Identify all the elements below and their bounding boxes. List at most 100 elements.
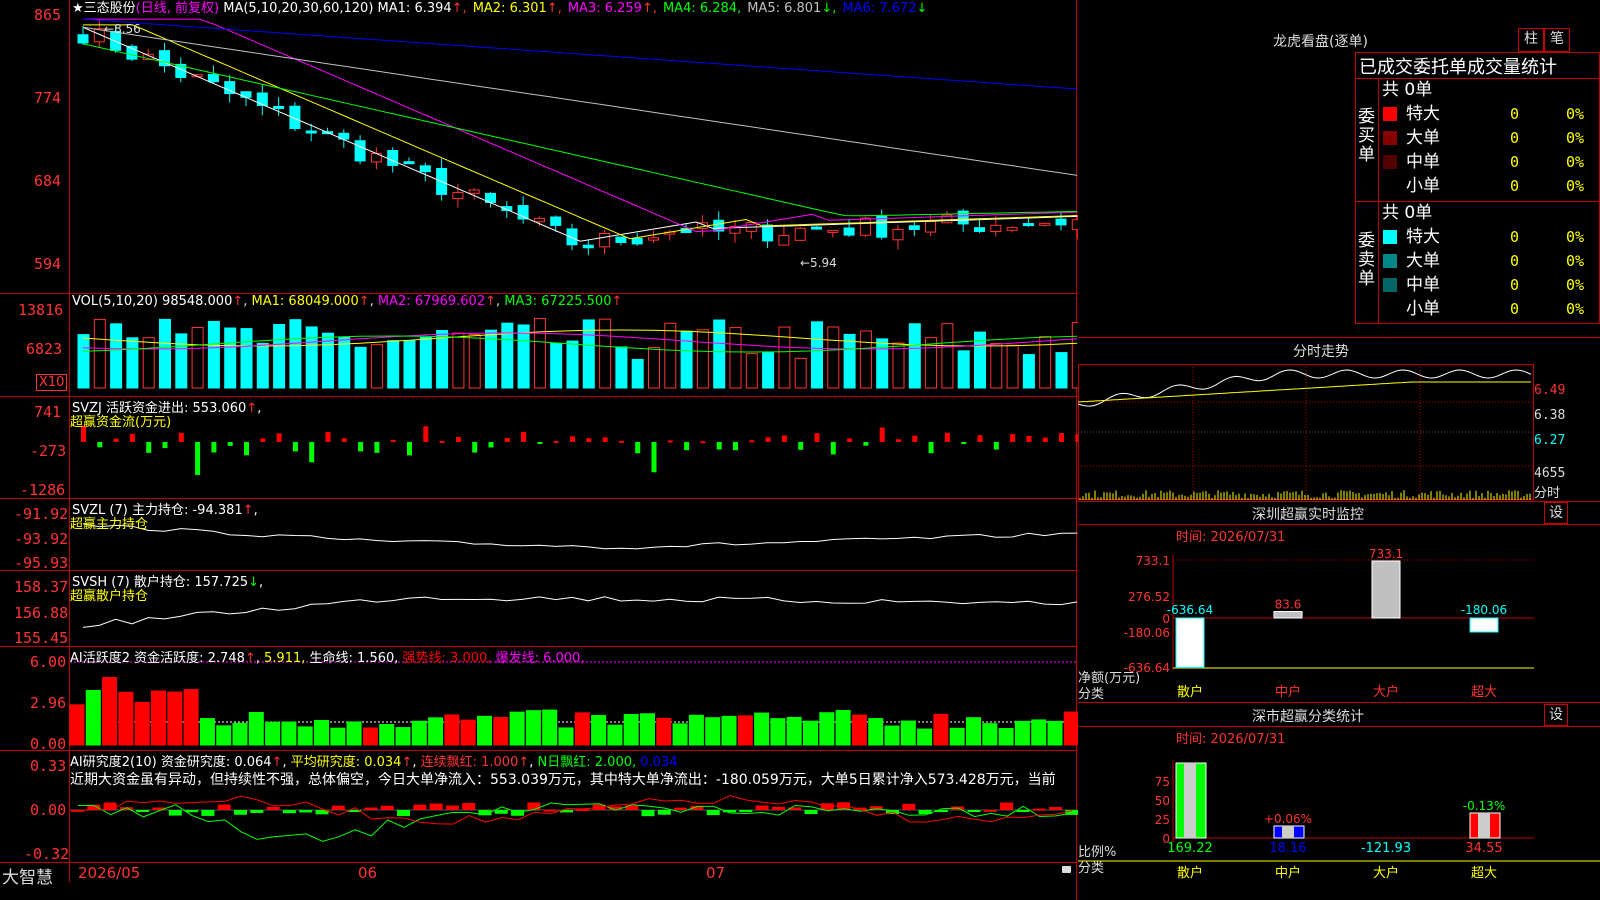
flow-bar	[113, 438, 119, 442]
bar-toggle-button[interactable]: 柱	[1518, 28, 1544, 52]
volume-bar	[387, 340, 400, 389]
candle-body	[452, 191, 464, 200]
classify-settings-button[interactable]: 设	[1544, 704, 1568, 726]
intraday-axis-tick: 4655	[1534, 466, 1566, 481]
flow-bar	[325, 432, 331, 442]
lock-icon[interactable]	[1062, 866, 1071, 873]
candle-body	[892, 229, 904, 241]
moving-average-layer	[82, 18, 1078, 242]
activity-bar	[379, 724, 395, 746]
ma-value: MA2: 6.301	[472, 1, 547, 16]
flow-bar	[635, 442, 641, 454]
order-percent: 0%	[1566, 228, 1585, 246]
classify-title: 深市超赢分类统计	[1252, 709, 1364, 725]
main-title-bar: ★三态股份(日线, 前复权) MA(5,10,20,30,60,120) MA1…	[72, 0, 933, 18]
volume-bar	[354, 346, 367, 389]
monitor-bar	[1273, 610, 1303, 619]
svzj-axis-tick: -1286	[20, 481, 66, 499]
flow-bar	[341, 438, 347, 442]
candle-body	[566, 228, 578, 246]
research-bar	[543, 809, 557, 812]
ma-values: MA1: 6.394↑, MA2: 6.301↑, MA3: 6.259↑, MA4:…	[378, 1, 934, 16]
research-bar	[706, 810, 720, 816]
flow-bar	[651, 442, 657, 473]
classify-bar-chart[interactable]: 7550250169.22散户+0.06%18.16中户-121.93大户-0.…	[1078, 730, 1600, 900]
activity-bar	[428, 717, 444, 746]
activity-bar	[151, 690, 166, 746]
volume-bar	[159, 318, 171, 389]
pen-toggle-button[interactable]: 笔	[1544, 28, 1570, 52]
candle-body	[599, 233, 611, 248]
candle-body	[843, 227, 855, 236]
volume-bar	[859, 330, 872, 389]
classify-value: 18.16	[1269, 841, 1306, 856]
monitor-bar-label: 733.1	[1369, 547, 1403, 561]
monitor-ylabel: 分类	[1078, 687, 1105, 702]
flow-bar	[977, 435, 983, 442]
ai-research-layer	[70, 795, 1078, 842]
flow-bar	[667, 440, 673, 443]
ma-arrow: ↑,	[641, 1, 657, 16]
monitor-category-label: 中户	[1275, 684, 1301, 700]
monitor-category-label: 散户	[1177, 684, 1203, 700]
volume-bar	[110, 323, 123, 389]
stock-name[interactable]: 三态股份	[84, 1, 136, 16]
activity-bar	[362, 727, 378, 746]
order-color-swatch	[1383, 131, 1397, 145]
order-percent: 0%	[1566, 129, 1585, 147]
candle-body	[403, 161, 415, 165]
research-bar	[397, 810, 410, 817]
flow-bar	[488, 442, 494, 448]
activity-bar	[85, 689, 101, 746]
activity-bar	[297, 726, 313, 746]
high-marker: ←8.56	[104, 22, 141, 36]
order-percent: 0%	[1566, 153, 1585, 171]
order-type-label: 中单	[1406, 275, 1440, 295]
star-icon[interactable]: ★	[72, 1, 84, 16]
classify-pct-label: -0.13%	[1463, 799, 1505, 813]
volume-bar	[370, 344, 383, 389]
activity-bar	[591, 715, 607, 746]
ai1-axis-tick: 0.00	[30, 735, 67, 753]
order-percent: 0%	[1566, 177, 1585, 195]
timeline-label: 07	[706, 864, 726, 882]
volume-bar	[142, 337, 155, 389]
flow-bar	[358, 442, 364, 452]
flow-bar	[700, 441, 706, 444]
flow-bar	[896, 439, 901, 442]
flow-bar	[847, 438, 853, 442]
candle-body	[533, 217, 545, 223]
timeline-label: 06	[358, 864, 378, 882]
flow-bar	[1059, 433, 1064, 442]
ma-arrow: ↓	[916, 1, 928, 16]
flow-bar	[504, 437, 510, 442]
volume-bar	[713, 319, 726, 389]
monitor-bar	[1469, 617, 1499, 633]
left-chart-area[interactable]: 865 774 684 594 ★三态股份(日线, 前复权) MA(5,10,2…	[0, 0, 1078, 900]
volume-bar	[876, 338, 889, 389]
intraday-axis-tick: 6.49	[1534, 383, 1566, 398]
research-bar	[1049, 807, 1062, 810]
activity-bar	[754, 712, 770, 746]
volume-bar	[191, 326, 204, 389]
activity-bar	[281, 721, 297, 746]
svzj-subtitle: 超赢资金流(万元)	[70, 415, 172, 430]
activity-bar	[884, 725, 900, 746]
monitor-settings-button[interactable]: 设	[1544, 502, 1568, 524]
svsh-axis-tick: 156.88	[14, 604, 69, 622]
intraday-chart[interactable]	[1078, 364, 1534, 500]
activity-bar	[477, 715, 492, 746]
order-count: 0	[1510, 300, 1520, 318]
svsh-axis-tick: 155.45	[14, 629, 69, 647]
volume-bar	[957, 350, 970, 389]
activity-bar	[525, 710, 541, 746]
period-label[interactable]: (日线, 前复权)	[136, 1, 219, 16]
volume-bar	[794, 357, 807, 389]
volume-bar	[762, 351, 775, 389]
volume-bar	[696, 329, 709, 389]
volume-bar	[745, 353, 758, 389]
svsh-subtitle: 超赢散户持仓	[70, 589, 149, 604]
monitor-bar-chart[interactable]: 733.1276.520-180.06-636.64-636.64散户83.6中…	[1078, 530, 1600, 700]
flow-bar	[162, 442, 168, 449]
order-percent: 0%	[1566, 105, 1585, 123]
